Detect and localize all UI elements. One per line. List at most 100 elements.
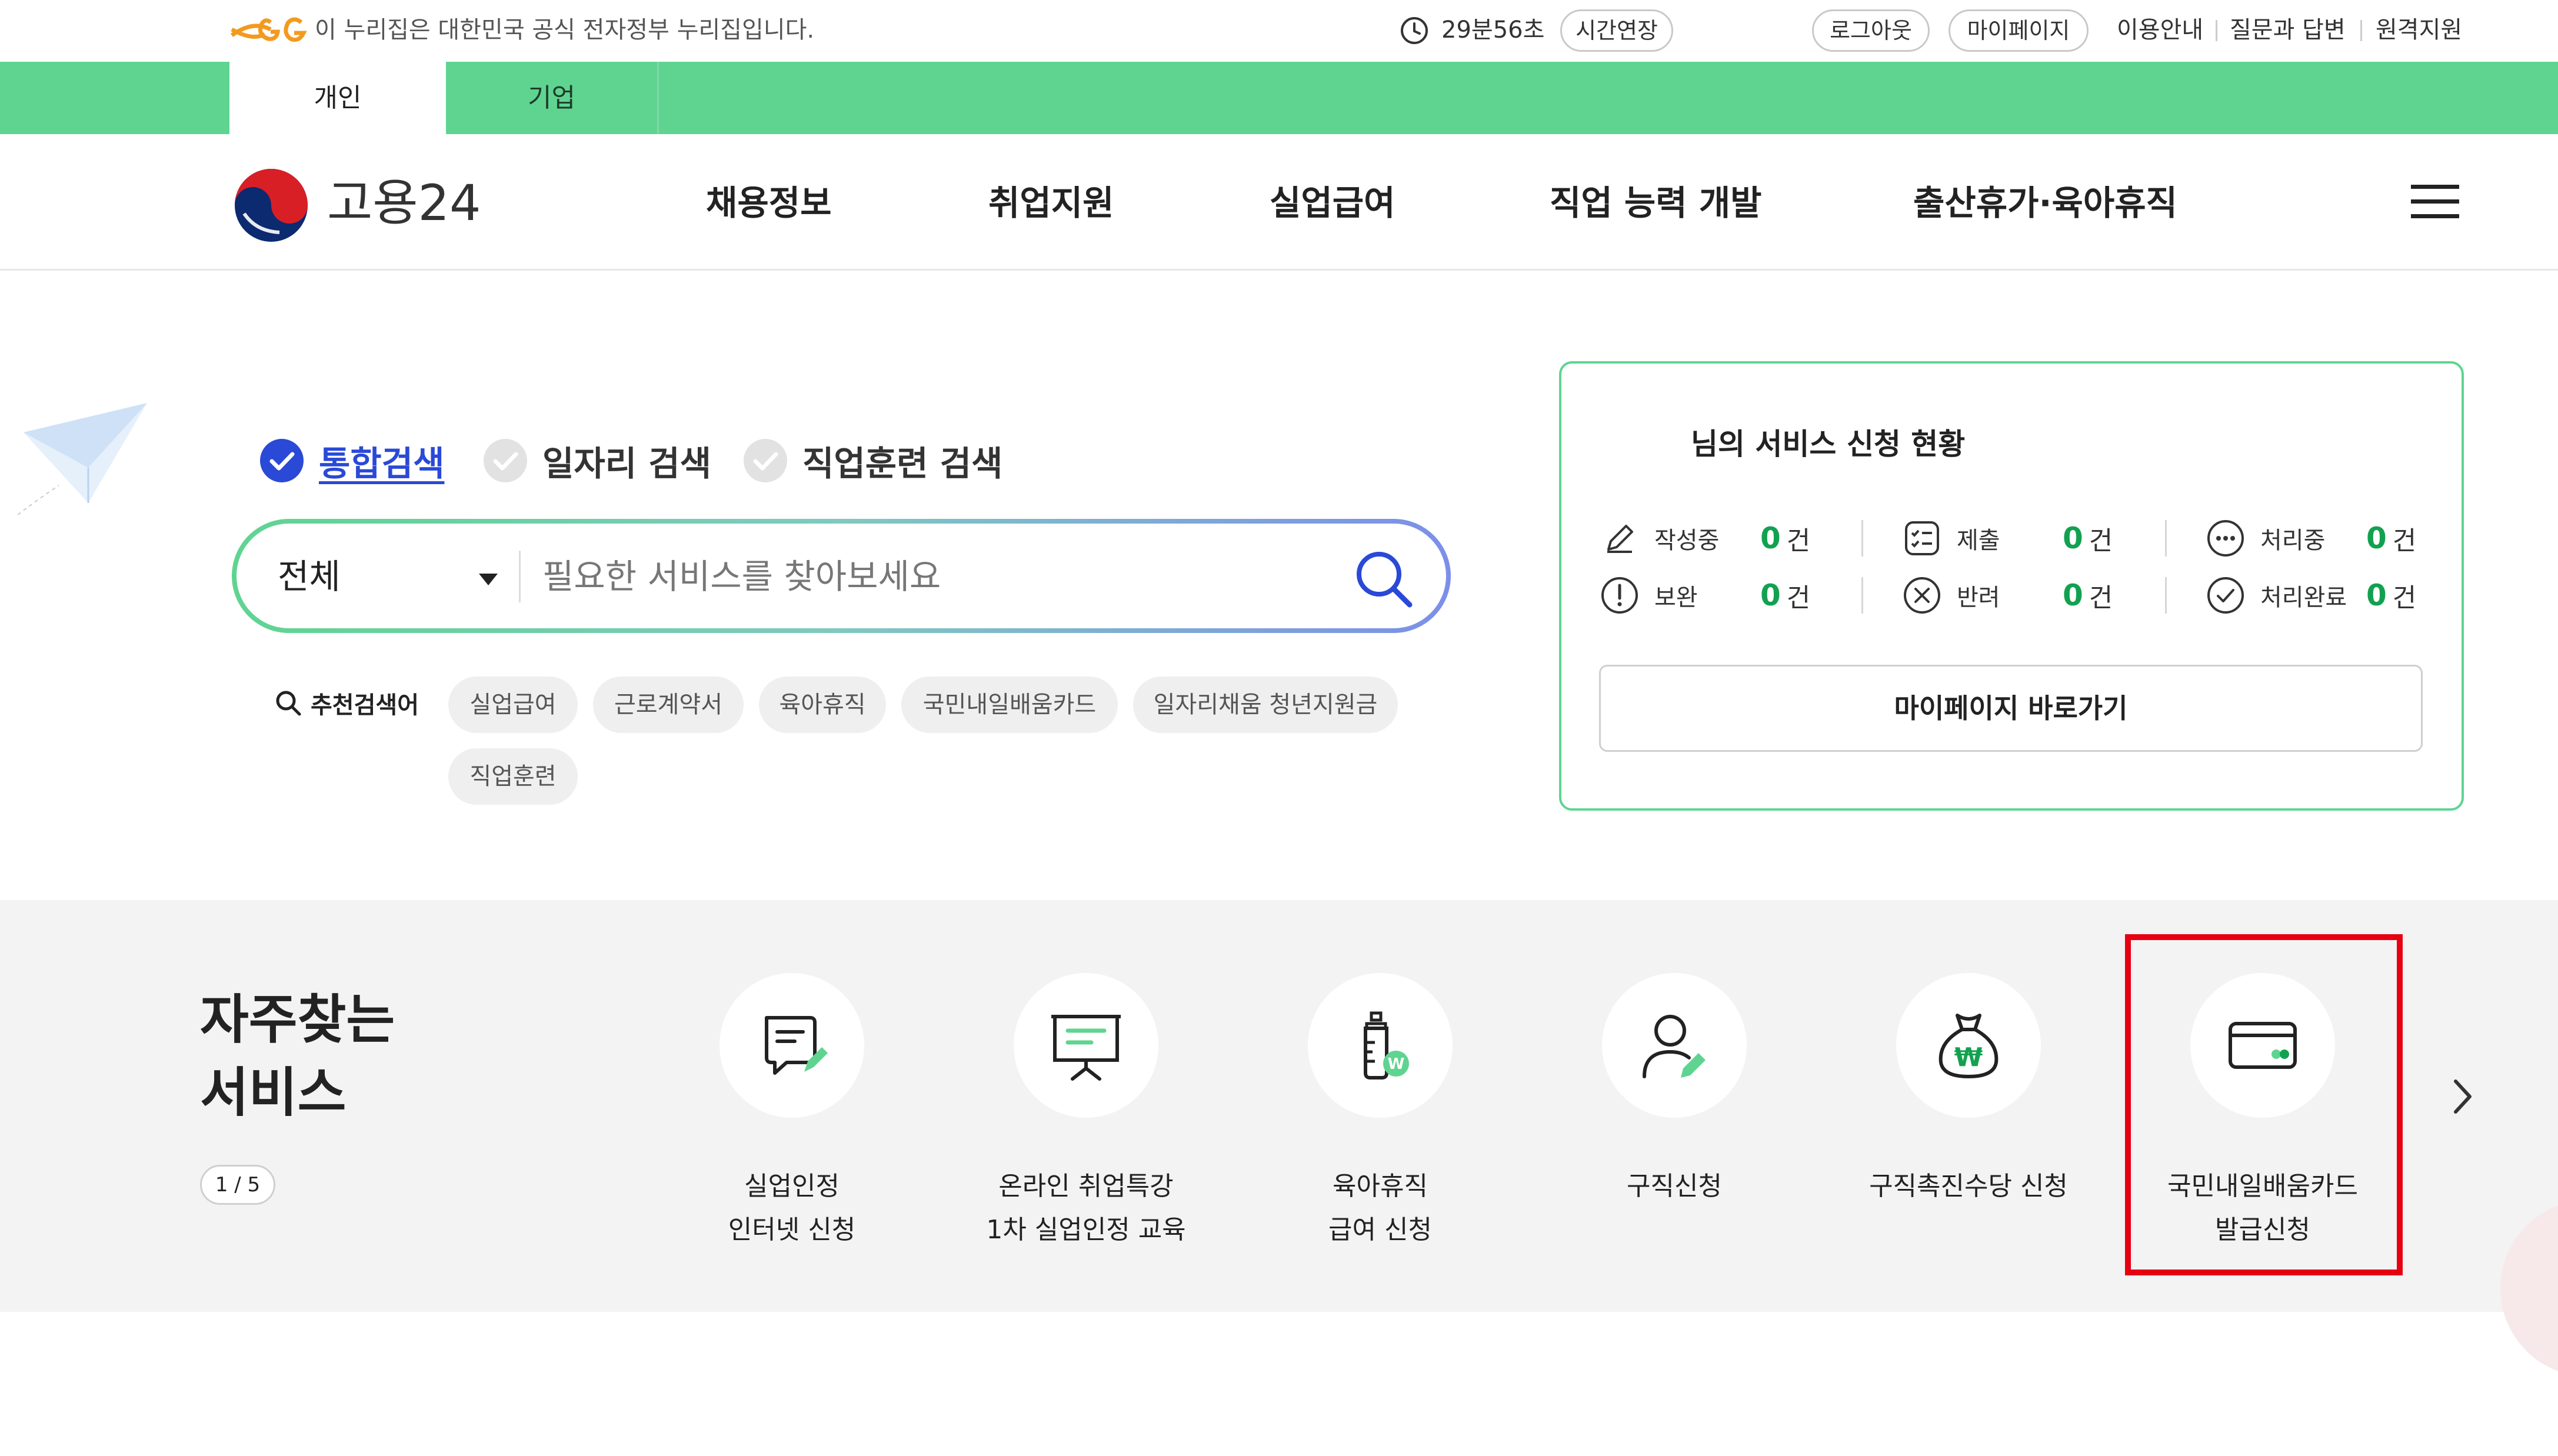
chevron-right-icon[interactable] [2442,1073,2483,1120]
divider [519,551,521,602]
nav-item-jobs[interactable]: 채용정보 [706,176,831,229]
status-count: 0 [2063,578,2083,612]
status-count: 0 [2063,521,2083,555]
recommend-chip[interactable]: 실업급여 [448,677,578,733]
clock-icon [1401,17,1428,44]
divider [1861,577,1863,614]
svg-text:₩: ₩ [1954,1042,1983,1072]
pencil-icon [1607,525,1633,553]
nav-item-employment-support[interactable]: 취업지원 [988,176,1114,229]
checklist-icon [1905,521,1939,555]
service-item-unemployment-recognition[interactable]: 실업인정 인터넷 신청 [668,973,915,1252]
status-item-supplement[interactable]: 보완 0 건 [1600,572,1810,619]
presentation-board-icon [1051,1015,1121,1081]
service-icon-circle [1014,973,1158,1118]
remote-support-link[interactable]: 원격지원 [2376,15,2462,45]
svg-text:W: W [1388,1055,1405,1073]
status-name: 제출 [1957,527,2000,554]
status-item-rejected[interactable]: 반려 0 건 [1903,572,2113,619]
status-unit: 건 [1786,526,1811,556]
divider [2165,520,2167,557]
service-icon-circle: W [1308,973,1453,1118]
recommend-label: 추천검색어 [274,686,419,720]
search-icon[interactable] [1348,544,1419,614]
money-bag-icon: ₩ [1939,1014,1999,1079]
status-name: 작성중 [1654,527,1720,554]
service-label: 실업인정 인터넷 신청 [728,1171,856,1245]
recommend-chip[interactable]: 국민내일배움카드 [901,677,1118,733]
service-icon-circle [720,973,864,1118]
baby-bottle-icon: W [1364,1011,1409,1079]
status-unit: 건 [1786,583,1811,613]
logout-button[interactable]: 로그아웃 [1812,9,1930,52]
status-unit: 건 [2392,526,2417,556]
highlight-box [2125,934,2403,1275]
taegeuk-logo-icon[interactable] [232,166,310,244]
egov-logo-icon [230,17,307,42]
status-unit: 건 [2089,526,2113,556]
guide-link[interactable]: 이용안내 [2117,15,2203,45]
status-count: 0 [1760,521,1781,555]
recommend-label-text: 추천검색어 [311,692,419,719]
status-unit: 건 [2089,583,2113,613]
status-name: 보완 [1654,584,1698,611]
ellipsis-icon [2207,520,2244,557]
service-label: 구직촉진수당 신청 [1869,1171,2068,1201]
recommend-chip[interactable]: 일자리채움 청년지원금 [1133,677,1398,733]
x-circle-icon [1904,577,1940,614]
site-logo-text[interactable]: 고용24 [327,168,481,238]
qna-link[interactable]: 질문과 답변 [2230,15,2346,45]
status-item-writing[interactable]: 작성중 0 건 [1600,515,1810,562]
nav-item-unemployment-benefit[interactable]: 실업급여 [1270,176,1395,229]
recommend-chip[interactable]: 근로계약서 [593,677,744,733]
service-label: 구직신청 [1627,1171,1722,1201]
service-item-parental-leave-benefit[interactable]: W 육아휴직 급여 신청 [1257,973,1504,1252]
nav-item-maternity-parental-leave[interactable]: 출산휴가·육아휴직 [1913,176,2177,229]
tab-business[interactable]: 기업 [446,62,659,134]
status-count: 0 [1760,578,1781,612]
search-input[interactable] [542,547,1307,606]
gov-notice-text: 이 누리집은 대한민국 공식 전자정부 누리집입니다. [315,16,815,44]
divider [2216,20,2217,41]
service-item-job-promotion-allowance[interactable]: ₩ 구직촉진수당 신청 [1845,973,2092,1208]
service-item-job-seeking-application[interactable]: 구직신청 [1551,973,1798,1208]
divider [2165,577,2167,614]
status-title: 님의 서비스 신청 현황 [1691,427,1966,461]
frequent-services-title: 자주찾는 서비스 [200,989,395,1124]
search-type-integrated[interactable]: 통합검색 [259,434,444,487]
nav-item-vocational-training[interactable]: 직업 능력 개발 [1550,176,1762,229]
divider [2360,20,2362,41]
divider [1861,520,1863,557]
status-name: 처리완료 [2260,584,2347,611]
session-timer: 29분56초 [1441,16,1545,44]
recommend-chip[interactable]: 직업훈련 [448,748,578,805]
status-item-submitted[interactable]: 제출 0 건 [1903,515,2113,562]
carousel-pager: 1 / 5 [200,1165,275,1205]
document-edit-icon [765,1016,828,1075]
status-unit: 건 [2392,583,2417,613]
tab-personal[interactable]: 개인 [229,62,446,134]
service-label: 온라인 취업특강 1차 실업인정 교육 [986,1171,1186,1245]
check-circle-icon [744,439,787,482]
check-circle-icon [260,439,304,482]
search-type-jobs[interactable]: 일자리 검색 [482,434,711,487]
paper-plane-icon [18,403,147,515]
status-count: 0 [2366,521,2387,555]
recommend-chip[interactable]: 육아휴직 [759,677,886,733]
status-name: 반려 [1957,584,2000,611]
search-type-label: 직업훈련 검색 [802,444,1003,484]
hamburger-menu-icon[interactable] [2411,182,2459,221]
caret-down-icon[interactable] [478,572,499,587]
go-to-mypage-button[interactable]: 마이페이지 바로가기 [1599,665,2423,752]
exclamation-icon [1601,577,1638,614]
search-type-training[interactable]: 직업훈련 검색 [742,434,1002,487]
service-item-online-job-lecture[interactable]: 온라인 취업특강 1차 실업인정 교육 [962,973,1210,1252]
service-label: 육아휴직 급여 신청 [1328,1171,1432,1245]
status-item-processing[interactable]: 처리중 0 건 [2206,515,2416,562]
search-type-label: 통합검색 [319,444,445,484]
status-item-completed[interactable]: 처리완료 0 건 [2206,572,2416,619]
check-circle-icon [2207,577,2244,614]
mypage-button[interactable]: 마이페이지 [1949,9,2089,52]
extend-session-button[interactable]: 시간연장 [1560,9,1673,52]
service-icon-circle: ₩ [1896,973,2041,1118]
